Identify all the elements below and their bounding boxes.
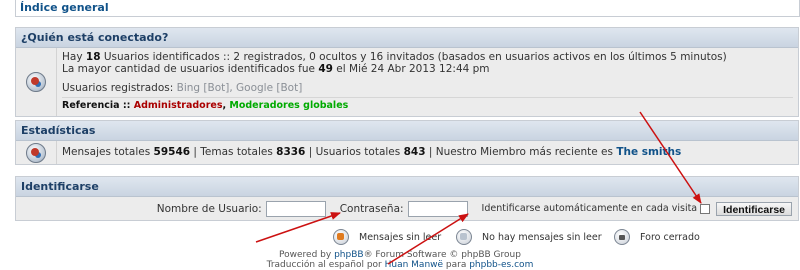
posts-label: Mensajes totales [62,146,154,158]
users-value: 843 [404,146,426,158]
no-unread-posts-icon [456,229,472,245]
autologin-checkbox[interactable] [700,204,710,214]
index-link[interactable]: Índice general [20,1,109,14]
phpbb-link[interactable]: phpBB [334,250,363,260]
registered-users: Usuarios registrados: Bing [Bot], Google… [62,83,793,95]
powered-by-suffix: ® Forum Software © phpBB Group [364,250,521,260]
admin-group-link[interactable]: Administradores [134,100,223,111]
statistics-text: Mensajes totales 59546 | Temas totales 8… [57,141,798,164]
legend-read: No hay mensajes sin leer [456,229,602,245]
unread-posts-icon [333,229,349,245]
posts-value: 59546 [154,146,191,158]
statistics-icon-cell [16,141,57,164]
newest-member-label: | Nuestro Miembro más reciente es [426,146,617,158]
login-title: Identificarse [16,177,798,197]
password-input[interactable] [408,201,468,217]
online-count: 18 [86,51,101,63]
record-count: 49 [318,63,333,75]
who-is-online-title: ¿Quién está conectado? [16,28,798,48]
translation-mid: para [443,260,469,270]
statistics-panel: Estadísticas Mensajes totales 59546 | Te… [15,120,799,165]
registered-label: Usuarios registrados: [62,82,177,94]
group-legend: Referencia :: Administradores, Moderador… [62,97,793,112]
username-label: Nombre de Usuario: [157,203,262,215]
legend-locked: Foro cerrado [614,229,700,245]
who-is-online-text: Hay 18 Usuarios identificados :: 2 regis… [57,48,798,116]
footer: Powered by phpBB® Forum Software © phpBB… [0,251,800,270]
phpbb-es-link[interactable]: phpbb-es.com [469,260,533,270]
username-input[interactable] [266,201,326,217]
bot-list[interactable]: Bing [Bot], Google [Bot] [177,82,303,94]
lock-icon [614,229,630,245]
autologin-label: Identificarse automáticamente en cada vi… [482,203,698,214]
legend-label: Referencia :: [62,100,134,111]
translator-link[interactable]: Huan Manwë [385,260,443,270]
login-panel: Identificarse Nombre de Usuario: Contras… [15,176,799,221]
powered-by-prefix: Powered by [279,250,334,260]
who-is-online-panel: ¿Quién está conectado? Hay 18 Usuarios i… [15,27,799,117]
who-is-online-icon-cell [16,48,57,116]
forum-icon-legend: Mensajes sin leer No hay mensajes sin le… [0,229,800,249]
legend-read-label: No hay mensajes sin leer [482,232,602,243]
login-form: Nombre de Usuario: Contraseña: Identific… [16,197,798,220]
record-users: La mayor cantidad de usuarios identifica… [62,64,793,76]
legend-locked-label: Foro cerrado [640,232,700,243]
record-prefix: La mayor cantidad de usuarios identifica… [62,63,318,75]
topics-label: | Temas totales [190,146,276,158]
legend-unread-label: Mensajes sin leer [359,232,441,243]
online-prefix: Hay [62,51,86,63]
online-details: Usuarios identificados :: 2 registrados,… [101,51,727,63]
who-is-online-icon [26,72,46,92]
global-mod-group-link[interactable]: Moderadores globales [229,100,348,111]
legend-unread: Mensajes sin leer [333,229,441,245]
statistics-icon [26,143,46,163]
login-button[interactable]: Identificarse [716,202,792,216]
translation-prefix: Traducción al español por [267,260,385,270]
password-label: Contraseña: [340,203,404,215]
users-label: | Usuarios totales [305,146,403,158]
statistics-title: Estadísticas [16,121,798,141]
newest-member-link[interactable]: The smiths [616,146,681,158]
topics-value: 8336 [276,146,305,158]
index-bar [15,0,800,17]
record-date: el Mié 24 Abr 2013 12:44 pm [333,63,490,75]
